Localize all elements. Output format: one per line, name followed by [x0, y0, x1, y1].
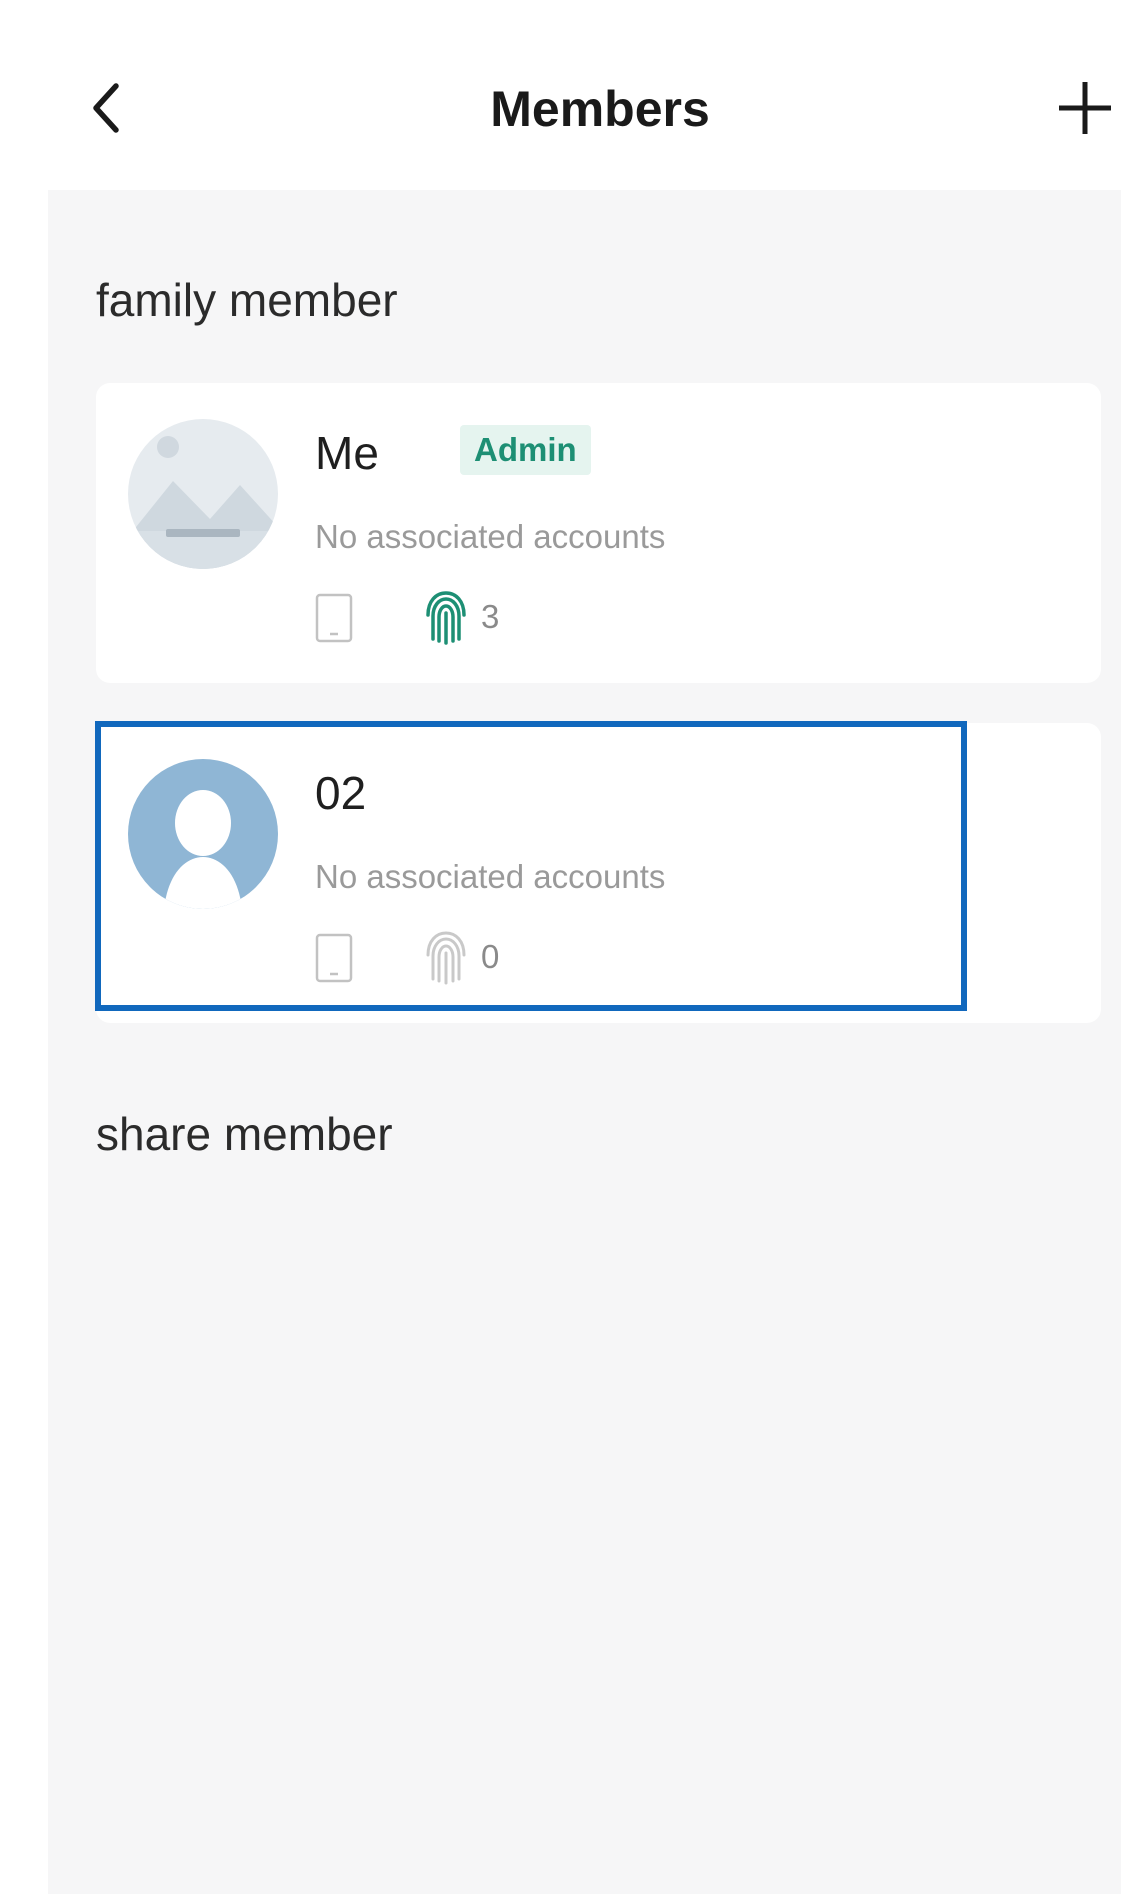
plus-icon — [1059, 82, 1111, 134]
member-accounts-status: No associated accounts — [315, 518, 666, 555]
family-member-heading: family member — [96, 274, 398, 326]
members-content: family member Me Admin No associated acc… — [48, 190, 1121, 1894]
admin-badge: Admin — [460, 425, 591, 475]
members-screen: Members family member Me Admin No associ… — [0, 0, 1121, 1894]
share-member-heading: share member — [96, 1108, 393, 1160]
fingerprint-icon — [426, 931, 466, 985]
member-accounts-status: No associated accounts — [315, 858, 666, 895]
member-card-me[interactable]: Me Admin No associated accounts 3 — [96, 383, 1101, 683]
fingerprint-count: 0 — [481, 938, 500, 975]
landscape-placeholder-avatar — [128, 419, 278, 569]
phone-icon — [315, 593, 353, 643]
page-title: Members — [490, 81, 710, 137]
top-bar: Members — [0, 0, 1121, 190]
member-name: 02 — [315, 767, 367, 819]
add-member-button[interactable] — [1055, 78, 1115, 138]
fingerprint-count: 3 — [481, 598, 500, 635]
fingerprint-icon — [426, 591, 466, 645]
person-silhouette-avatar — [128, 759, 278, 909]
member-name: Me — [315, 427, 379, 479]
phone-icon — [315, 933, 353, 983]
member-card-02[interactable]: 02 No associated accounts 0 — [96, 723, 1101, 1023]
